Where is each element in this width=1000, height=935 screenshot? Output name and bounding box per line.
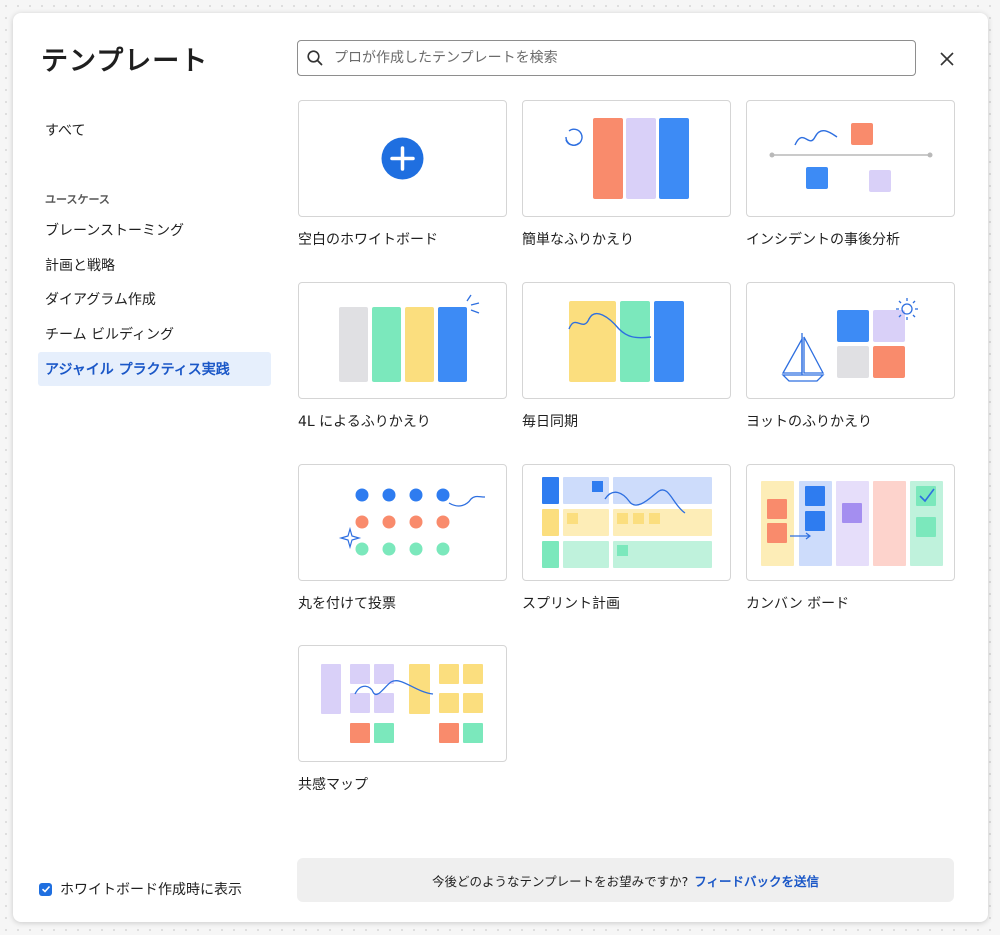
template-thumbnail (746, 464, 955, 581)
template-thumbnail (522, 100, 731, 217)
kanban-icon (761, 481, 943, 566)
feedback-text: 今後どのようなテンプレートをお望みですか? (431, 873, 689, 889)
sidebar-item-label: ダイアグラム作成 (45, 292, 156, 308)
sidebar-item-team-building[interactable]: チーム ビルディング (38, 317, 271, 351)
dialog-title: テンプレート (41, 46, 209, 77)
dot-vote-icon (338, 488, 486, 556)
check-icon (41, 885, 50, 893)
sidebar-item-label: アジャイル プラクティス実践 (45, 362, 230, 378)
daily-sync-icon (568, 301, 684, 382)
template-label: 共感マップ (298, 777, 368, 793)
sidebar-item-label: すべて (45, 123, 86, 139)
template-thumbnail (522, 282, 731, 399)
empathy-map-icon (321, 664, 483, 743)
sidebar-item-label: チーム ビルディング (45, 327, 175, 343)
search-box[interactable] (297, 40, 916, 76)
template-label: 空白のホワイトボード (298, 232, 438, 248)
template-thumbnail (298, 464, 507, 581)
sidebar-item-diagramming[interactable]: ダイアグラム作成 (38, 282, 271, 316)
sailboat-icon (781, 298, 918, 382)
timeline-icon (769, 123, 933, 192)
feedback-banner: 今後どのようなテンプレートをお望みですか? フィードバックを送信 (297, 858, 954, 902)
feedback-link[interactable]: フィードバックを送信 (694, 871, 819, 890)
show-on-create-checkbox[interactable]: ホワイトボード作成時に表示 (39, 879, 242, 899)
template-card-sprint-planning[interactable]: スプリント計画 (522, 464, 731, 613)
sidebar-item-all[interactable]: すべて (38, 113, 271, 147)
template-card-simple-retro[interactable]: 簡単なふりかえり (522, 100, 731, 249)
sidebar-item-label: ブレーンストーミング (45, 223, 185, 239)
template-card-daily-sync[interactable]: 毎日同期 (522, 282, 731, 431)
template-thumbnail (746, 282, 955, 399)
template-card-blank[interactable]: 空白のホワイトボード (298, 100, 507, 249)
template-card-dot-voting[interactable]: 丸を付けて投票 (298, 464, 507, 613)
template-card-empathy-map[interactable]: 共感マップ (298, 645, 507, 794)
four-columns-icon (339, 294, 480, 382)
sidebar-section-heading: ユースケース (45, 193, 110, 206)
plus-icon (381, 137, 424, 180)
template-label: ヨットのふりかえり (746, 414, 872, 430)
template-label: 簡単なふりかえり (522, 232, 634, 248)
search-icon (307, 50, 323, 66)
template-thumbnail (298, 282, 507, 399)
template-thumbnail (298, 645, 507, 762)
template-card-kanban[interactable]: カンバン ボード (746, 464, 955, 613)
checkbox-icon[interactable] (39, 882, 52, 896)
sidebar-item-planning[interactable]: 計画と戦略 (38, 248, 271, 282)
template-card-incident-postmortem[interactable]: インシデントの事後分析 (746, 100, 955, 249)
template-thumbnail (746, 100, 955, 217)
template-card-4l-retro[interactable]: 4L によるふりかえり (298, 282, 507, 431)
template-label: スプリント計画 (522, 596, 620, 612)
template-label: カンバン ボード (746, 596, 850, 612)
template-label: インシデントの事後分析 (746, 232, 900, 248)
template-thumbnail (522, 464, 731, 581)
sidebar-item-brainstorming[interactable]: ブレーンストーミング (38, 213, 271, 247)
sidebar-item-label: 計画と戦略 (45, 258, 115, 274)
checkbox-label: ホワイトボード作成時に表示 (60, 882, 242, 898)
close-icon (940, 52, 954, 66)
template-label: 丸を付けて投票 (298, 596, 396, 612)
template-label: 4L によるふりかえり (298, 414, 431, 430)
template-thumbnail (298, 100, 507, 217)
search-input[interactable] (332, 49, 915, 67)
retro-columns-icon (565, 118, 689, 199)
close-button[interactable] (936, 48, 958, 70)
template-label: 毎日同期 (522, 414, 578, 430)
template-card-sailboat-retro[interactable]: ヨットのふりかえり (746, 282, 955, 431)
sidebar-item-agile[interactable]: アジャイル プラクティス実践 (38, 352, 271, 386)
sprint-grid-icon (542, 477, 712, 568)
templates-dialog: テンプレート すべて ユースケース ブレーンストーミング 計画と戦略 ダイアグラ… (13, 13, 988, 922)
